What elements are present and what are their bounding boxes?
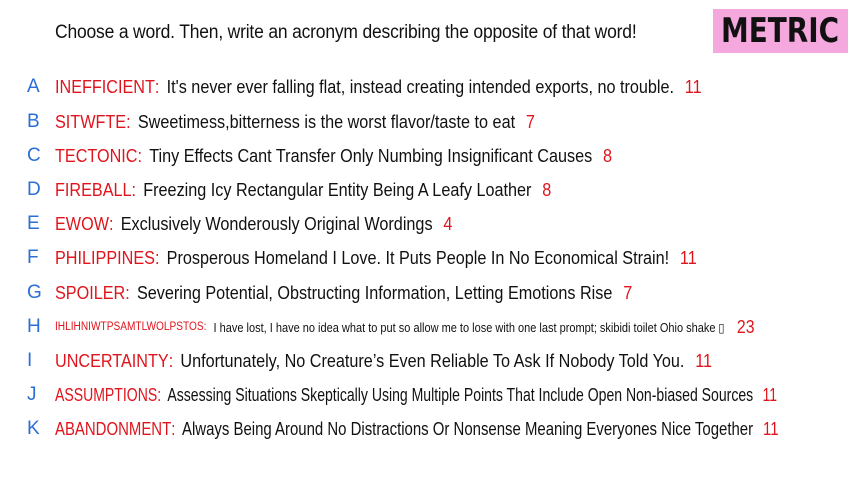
entry-colon: : bbox=[109, 213, 114, 234]
entry-score: 4 bbox=[443, 213, 453, 234]
entry-word: PHILIPPINES bbox=[55, 247, 155, 268]
entry-score: 8 bbox=[542, 179, 552, 200]
entry-word: INEFFICIENT bbox=[55, 76, 155, 97]
entry-letter: I bbox=[27, 350, 33, 371]
entry-definition: Tiny Effects Cant Transfer Only Numbing … bbox=[149, 145, 593, 166]
entry-letter: K bbox=[27, 418, 40, 439]
list-item: K ABANDONMENT: Always Being Around No Di… bbox=[0, 412, 853, 446]
entry-colon: : bbox=[203, 321, 207, 333]
entry-word: EWOW bbox=[55, 213, 109, 234]
entry-line: IHLIHNIWTPSAMTLWOLPSTOS: I have lost, I … bbox=[55, 317, 755, 338]
entry-colon: : bbox=[154, 76, 160, 97]
entry-line: INEFFICIENT: It's never ever falling fla… bbox=[55, 77, 702, 98]
prompt-text: Choose a word. Then, write an acronym de… bbox=[55, 22, 637, 43]
entry-line: TECTONIC: Tiny Effects Cant Transfer Onl… bbox=[55, 146, 612, 167]
entry-word: ASSUMPTIONS bbox=[55, 384, 158, 405]
entry-letter: B bbox=[27, 111, 40, 132]
entry-definition: Sweetimess,bitterness is the worst flavo… bbox=[137, 111, 516, 132]
entry-letter: A bbox=[27, 76, 40, 97]
entry-colon: : bbox=[126, 111, 131, 132]
entry-letter: G bbox=[27, 282, 42, 303]
entry-score: 11 bbox=[763, 418, 779, 439]
entry-line: ABANDONMENT: Always Being Around No Dist… bbox=[55, 419, 779, 440]
entry-letter: F bbox=[27, 247, 39, 268]
metric-badge: METRIC bbox=[713, 9, 848, 53]
entry-line: PHILIPPINES: Prosperous Homeland I Love.… bbox=[55, 248, 697, 269]
entry-score: 11 bbox=[684, 76, 702, 97]
entry-letter: E bbox=[27, 213, 40, 234]
entry-word: TECTONIC bbox=[55, 145, 138, 166]
entry-score: 11 bbox=[762, 384, 778, 405]
list-item: F PHILIPPINES: Prosperous Homeland I Lov… bbox=[0, 241, 853, 275]
entry-colon: : bbox=[154, 247, 160, 268]
entry-line: SITWFTE: Sweetimess,bitterness is the wo… bbox=[55, 112, 535, 133]
entry-score: 7 bbox=[623, 282, 633, 303]
list-item: B SITWFTE: Sweetimess,bitterness is the … bbox=[0, 105, 853, 139]
entry-score: 23 bbox=[736, 316, 755, 337]
list-item: E EWOW: Exclusively Wonderously Original… bbox=[0, 207, 853, 241]
entry-definition: Assessing Situations Skeptically Using M… bbox=[167, 384, 754, 405]
entry-line: EWOW: Exclusively Wonderously Original W… bbox=[55, 214, 452, 235]
entry-word: IHLIHNIWTPSAMTLWOLPSTOS bbox=[55, 321, 204, 333]
entry-definition: Severing Potential, Obstructing Informat… bbox=[136, 282, 613, 303]
entry-line: UNCERTAINTY: Unfortunately, No Creature’… bbox=[55, 351, 712, 372]
entry-score: 11 bbox=[695, 350, 713, 371]
entry-colon: : bbox=[125, 282, 130, 303]
list-item: G SPOILER: Severing Potential, Obstructi… bbox=[0, 276, 853, 310]
entry-definition: Freezing Icy Rectangular Entity Being A … bbox=[143, 179, 532, 200]
entry-letter: H bbox=[27, 316, 41, 337]
entry-letter: C bbox=[27, 145, 41, 166]
list-item: A INEFFICIENT: It's never ever falling f… bbox=[0, 70, 853, 104]
entry-colon: : bbox=[157, 384, 162, 405]
list-item: D FIREBALL: Freezing Icy Rectangular Ent… bbox=[0, 173, 853, 207]
list-item: I UNCERTAINTY: Unfortunately, No Creatur… bbox=[0, 344, 853, 378]
entry-definition: Prosperous Homeland I Love. It Puts Peop… bbox=[166, 247, 670, 268]
entry-definition: Exclusively Wonderously Original Wording… bbox=[120, 213, 433, 234]
metric-badge-label: METRIC bbox=[721, 11, 840, 51]
entry-line: SPOILER: Severing Potential, Obstructing… bbox=[55, 283, 632, 304]
entry-colon: : bbox=[168, 350, 174, 371]
entry-colon: : bbox=[131, 179, 137, 200]
entry-definition: Always Being Around No Distractions Or N… bbox=[182, 418, 754, 439]
entry-letter: D bbox=[27, 179, 41, 200]
list-item: J ASSUMPTIONS: Assessing Situations Skep… bbox=[0, 378, 853, 412]
entry-definition: Unfortunately, No Creature’s Even Reliab… bbox=[180, 350, 685, 371]
entry-word: FIREBALL bbox=[55, 179, 132, 200]
entry-word: UNCERTAINTY bbox=[55, 350, 169, 371]
entry-word: SPOILER bbox=[55, 282, 126, 303]
entry-line: FIREBALL: Freezing Icy Rectangular Entit… bbox=[55, 180, 551, 201]
entry-score: 8 bbox=[603, 145, 613, 166]
entry-word: ABANDONMENT bbox=[55, 418, 172, 439]
entry-word: SITWFTE bbox=[55, 111, 127, 132]
entry-definition: I have lost, I have no idea what to put … bbox=[213, 320, 725, 335]
entry-colon: : bbox=[171, 418, 176, 439]
entry-colon: : bbox=[137, 145, 143, 166]
list-item: C TECTONIC: Tiny Effects Cant Transfer O… bbox=[0, 139, 853, 173]
entry-score: 7 bbox=[525, 111, 535, 132]
entry-letter: J bbox=[27, 384, 37, 405]
entry-score: 11 bbox=[679, 247, 697, 268]
entry-definition: It's never ever falling flat, instead cr… bbox=[166, 76, 675, 97]
list-item: H IHLIHNIWTPSAMTLWOLPSTOS: I have lost, … bbox=[0, 310, 853, 344]
entry-line: ASSUMPTIONS: Assessing Situations Skepti… bbox=[55, 385, 777, 406]
